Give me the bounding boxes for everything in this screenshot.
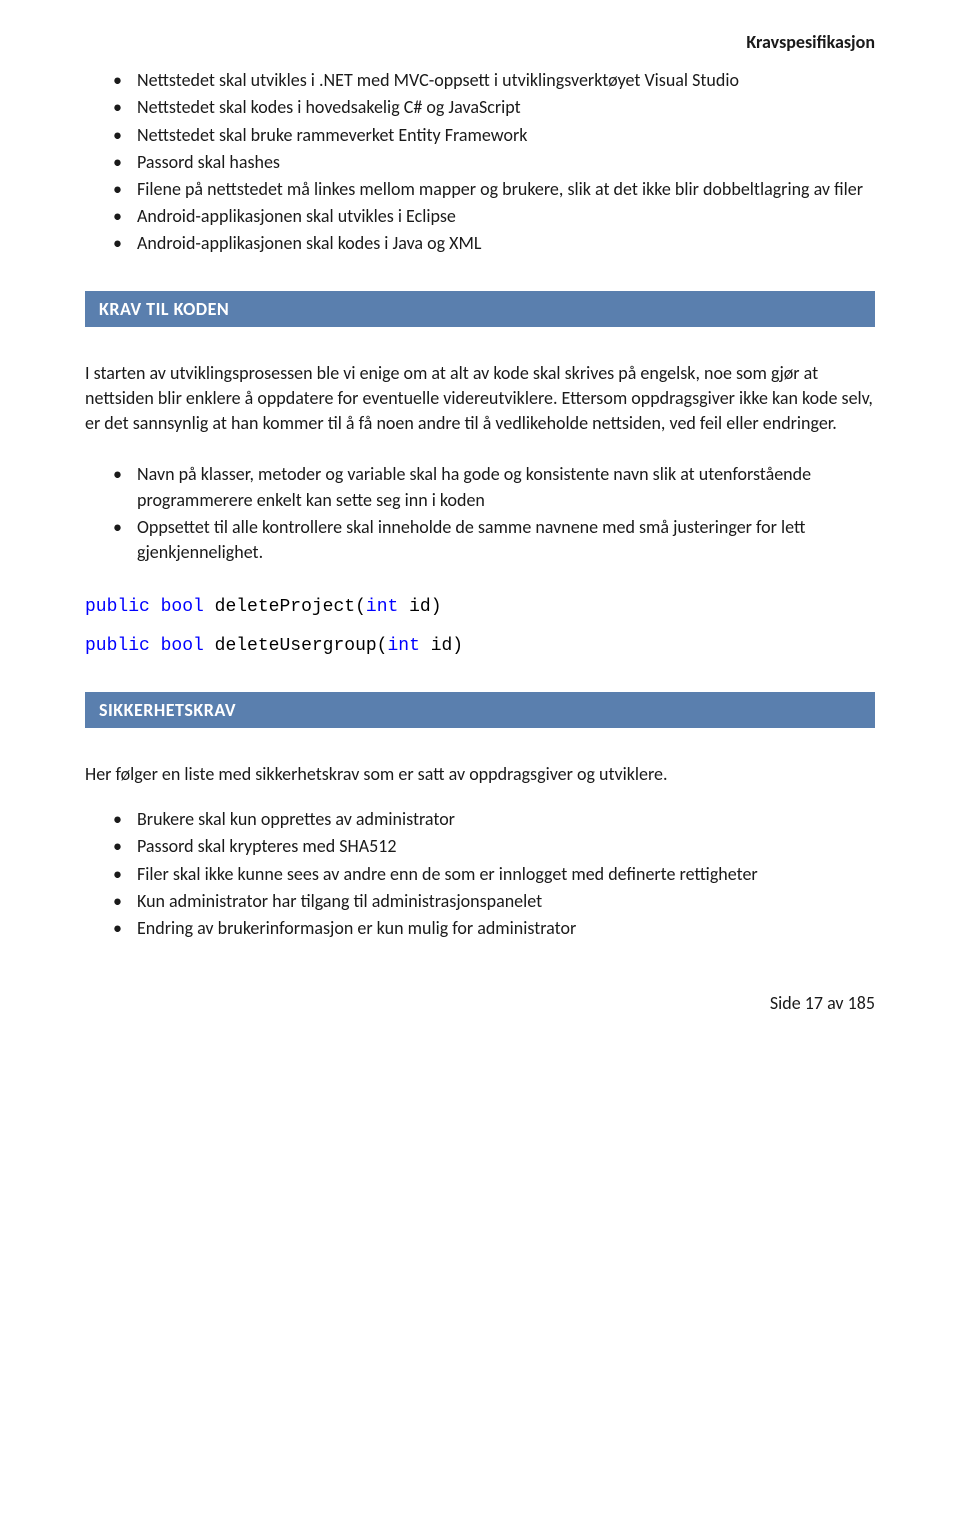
list-item: Filene på nettstedet må linkes mellom ma…: [113, 177, 875, 202]
section-heading-code-requirements: KRAV TIL KODEN: [85, 291, 875, 327]
list-item: Nettstedet skal kodes i hovedsakelig C# …: [113, 95, 875, 120]
code-snippet-2: public bool deleteUsergroup(int id): [85, 634, 875, 658]
list-code-requirements: Navn på klasser, metoder og variable ska…: [85, 462, 875, 565]
code-rest: id): [398, 597, 441, 617]
paragraph-code-intro: I starten av utviklingsprosessen ble vi …: [85, 361, 875, 437]
code-keyword: public: [85, 636, 150, 656]
code-rest: id): [420, 636, 463, 656]
list-item: Navn på klasser, metoder og variable ska…: [113, 462, 875, 512]
list-item: Brukere skal kun opprettes av administra…: [113, 807, 875, 832]
code-keyword: public: [85, 597, 150, 617]
code-function: deleteProject(: [215, 597, 366, 617]
list-item: Passord skal hashes: [113, 150, 875, 175]
code-type: int: [366, 597, 398, 617]
list-tech-requirements: Nettstedet skal utvikles i .NET med MVC-…: [85, 68, 875, 256]
code-function: deleteUsergroup(: [215, 636, 388, 656]
list-item: Oppsettet til alle kontrollere skal inne…: [113, 515, 875, 565]
list-item: Nettstedet skal utvikles i .NET med MVC-…: [113, 68, 875, 93]
code-keyword: bool: [161, 636, 204, 656]
list-item: Passord skal krypteres med SHA512: [113, 834, 875, 859]
list-item: Kun administrator har tilgang til admini…: [113, 889, 875, 914]
list-item: Nettstedet skal bruke rammeverket Entity…: [113, 123, 875, 148]
list-item: Android-applikasjonen skal kodes i Java …: [113, 231, 875, 256]
code-keyword: bool: [161, 597, 204, 617]
section-heading-security: SIKKERHETSKRAV: [85, 692, 875, 728]
list-security-requirements: Brukere skal kun opprettes av administra…: [85, 807, 875, 941]
code-snippet-1: public bool deleteProject(int id): [85, 595, 875, 619]
list-item: Android-applikasjonen skal utvikles i Ec…: [113, 204, 875, 229]
page-header-title: Kravspesifikasjon: [85, 30, 875, 54]
list-item: Filer skal ikke kunne sees av andre enn …: [113, 862, 875, 887]
paragraph-security-intro: Her følger en liste med sikkerhetskrav s…: [85, 762, 875, 787]
list-item: Endring av brukerinformasjon er kun muli…: [113, 916, 875, 941]
page-footer: Side 17 av 185: [85, 991, 875, 1015]
code-type: int: [387, 636, 419, 656]
